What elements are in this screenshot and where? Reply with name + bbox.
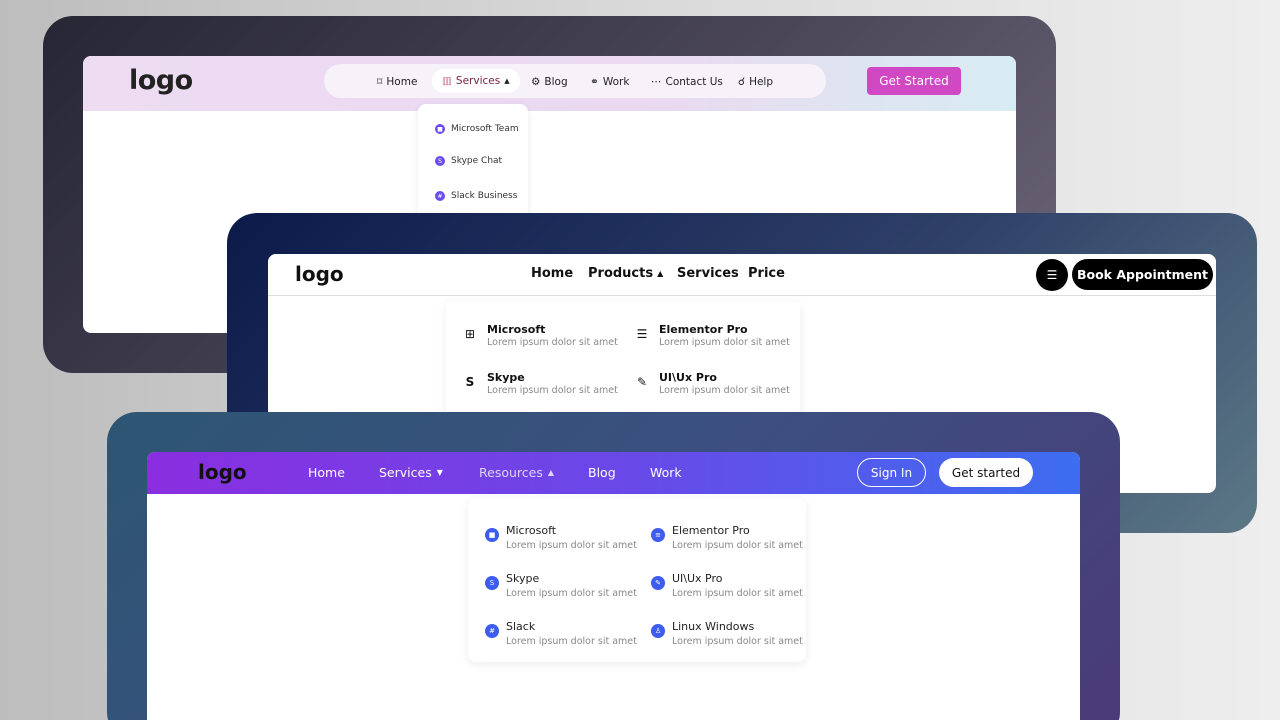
logo[interactable]: logo	[198, 460, 247, 484]
nav-help[interactable]: ☌ Help	[738, 72, 773, 92]
logo[interactable]: logo	[295, 262, 344, 286]
book-appointment-button[interactable]: Book Appointment	[1072, 259, 1213, 290]
chat-icon: ⋯	[651, 76, 662, 88]
nav-label: Help	[749, 76, 774, 88]
nav-label: Services	[455, 75, 501, 87]
nav-blog[interactable]: Blog	[588, 465, 616, 480]
windows-icon: ■	[485, 528, 499, 542]
dropdown-item[interactable]: ■ Microsoft Team	[435, 124, 519, 134]
caret-up-icon: ▲	[504, 77, 510, 85]
resources-dropdown: ■ Microsoft Lorem ipsum dolor sit amet ≡…	[468, 498, 806, 662]
item-title: Skype	[506, 572, 540, 585]
item-title: Skype	[487, 371, 525, 384]
dropdown-item[interactable]: S Skype Chat	[435, 156, 502, 166]
skype-icon: S	[435, 156, 445, 166]
nav-label: Products	[588, 266, 654, 281]
sliders-icon[interactable]: ☰	[1036, 259, 1068, 291]
nav-work[interactable]: ⚭ Work	[590, 72, 629, 92]
elementor-icon: ☰	[636, 327, 648, 341]
nav-home[interactable]: Home	[531, 266, 573, 281]
navbar: logo Home Services ▼ Resources ▲ Blog Wo…	[147, 452, 1080, 494]
item-subtitle: Lorem ipsum dolor sit amet	[659, 385, 790, 396]
nav-products[interactable]: Products ▲	[588, 266, 663, 281]
nav-work[interactable]: Work	[650, 465, 682, 480]
item-title: UI\Ux Pro	[672, 572, 723, 585]
nav-price[interactable]: Price	[748, 266, 785, 281]
item-subtitle: Lorem ipsum dolor sit amet	[506, 588, 637, 599]
sign-in-button[interactable]: Sign In	[857, 458, 926, 487]
item-title: UI\Ux Pro	[659, 371, 717, 384]
nav-label: Resources	[479, 465, 543, 480]
caret-down-icon: ▼	[436, 468, 443, 477]
products-dropdown: ⊞ Microsoft Lorem ipsum dolor sit amet ☰…	[446, 302, 800, 418]
item-title: Linux Windows	[672, 620, 755, 633]
navbar: logo Home Products ▲ Services Price ☰ Bo…	[268, 254, 1216, 296]
logo[interactable]: logo	[129, 65, 193, 96]
item-subtitle: Lorem ipsum dolor sit amet	[506, 540, 637, 551]
caret-up-icon: ▲	[547, 468, 554, 477]
skype-icon: S	[485, 576, 499, 590]
dropdown-label: Microsoft Team	[451, 124, 519, 134]
slack-icon: #	[435, 191, 445, 201]
nav-label: Work	[602, 76, 630, 88]
navbar: logo ⌑ Home ▥ Services ▲ ⚙ Blog ⚭ Work ⋯…	[83, 56, 1016, 111]
dropdown-label: Skype Chat	[451, 156, 503, 166]
nav-label: Home	[386, 76, 418, 88]
bookmark-icon: ⌑	[377, 76, 383, 88]
slack-icon: #	[485, 624, 499, 638]
nav-label: Home	[308, 465, 345, 480]
item-subtitle: Lorem ipsum dolor sit amet	[487, 337, 618, 348]
nav-label: Blog	[544, 76, 568, 88]
elementor-icon: ≡	[651, 528, 665, 542]
skype-icon: S	[465, 375, 475, 389]
chart-icon: ▥	[442, 75, 452, 87]
get-started-button[interactable]: Get Started	[867, 67, 961, 95]
windows-icon: ⊞	[464, 327, 476, 341]
item-subtitle: Lorem ipsum dolor sit amet	[506, 636, 637, 647]
item-subtitle: Lorem ipsum dolor sit amet	[672, 540, 803, 551]
linux-icon: ♙	[651, 624, 665, 638]
nav-label: Blog	[588, 465, 616, 480]
link-icon: ⚭	[590, 76, 599, 88]
brush-icon: ✎	[651, 576, 665, 590]
get-started-button[interactable]: Get started	[939, 458, 1033, 487]
nav-pill: ⌑ Home ▥ Services ▲ ⚙ Blog ⚭ Work ⋯ Cont…	[324, 64, 826, 98]
item-title: Elementor Pro	[672, 524, 750, 537]
nav-resources[interactable]: Resources ▲	[479, 465, 554, 480]
item-subtitle: Lorem ipsum dolor sit amet	[672, 588, 803, 599]
item-title: Microsoft	[506, 524, 557, 537]
nav-label: Services	[379, 465, 432, 480]
item-subtitle: Lorem ipsum dolor sit amet	[487, 385, 618, 396]
nav-home[interactable]: ⌑ Home	[377, 72, 417, 92]
nav-home[interactable]: Home	[308, 465, 345, 480]
help-icon: ☌	[738, 76, 746, 88]
item-subtitle: Lorem ipsum dolor sit amet	[672, 636, 803, 647]
gear-icon: ⚙	[531, 76, 541, 88]
teams-icon: ■	[435, 124, 445, 134]
brush-icon: ✎	[636, 375, 648, 389]
browser-window-3: logo Home Services ▼ Resources ▲ Blog Wo…	[147, 452, 1080, 720]
nav-services[interactable]: ▥ Services ▲	[432, 69, 520, 93]
item-subtitle: Lorem ipsum dolor sit amet	[659, 337, 790, 348]
item-title: Microsoft	[487, 323, 546, 336]
dropdown-item[interactable]: # Slack Business	[435, 191, 517, 201]
caret-up-icon: ▲	[657, 269, 664, 278]
nav-services[interactable]: Services	[677, 266, 739, 281]
nav-label: Work	[650, 465, 682, 480]
nav-services[interactable]: Services ▼	[379, 465, 443, 480]
dropdown-label: Slack Business	[451, 191, 518, 201]
item-title: Slack	[506, 620, 536, 633]
preview-frame-3: logo Home Services ▼ Resources ▲ Blog Wo…	[107, 412, 1120, 720]
item-title: Elementor Pro	[659, 323, 748, 336]
nav-label: Contact Us	[665, 76, 723, 88]
nav-blog[interactable]: ⚙ Blog	[531, 72, 568, 92]
nav-contact[interactable]: ⋯ Contact Us	[651, 72, 723, 92]
